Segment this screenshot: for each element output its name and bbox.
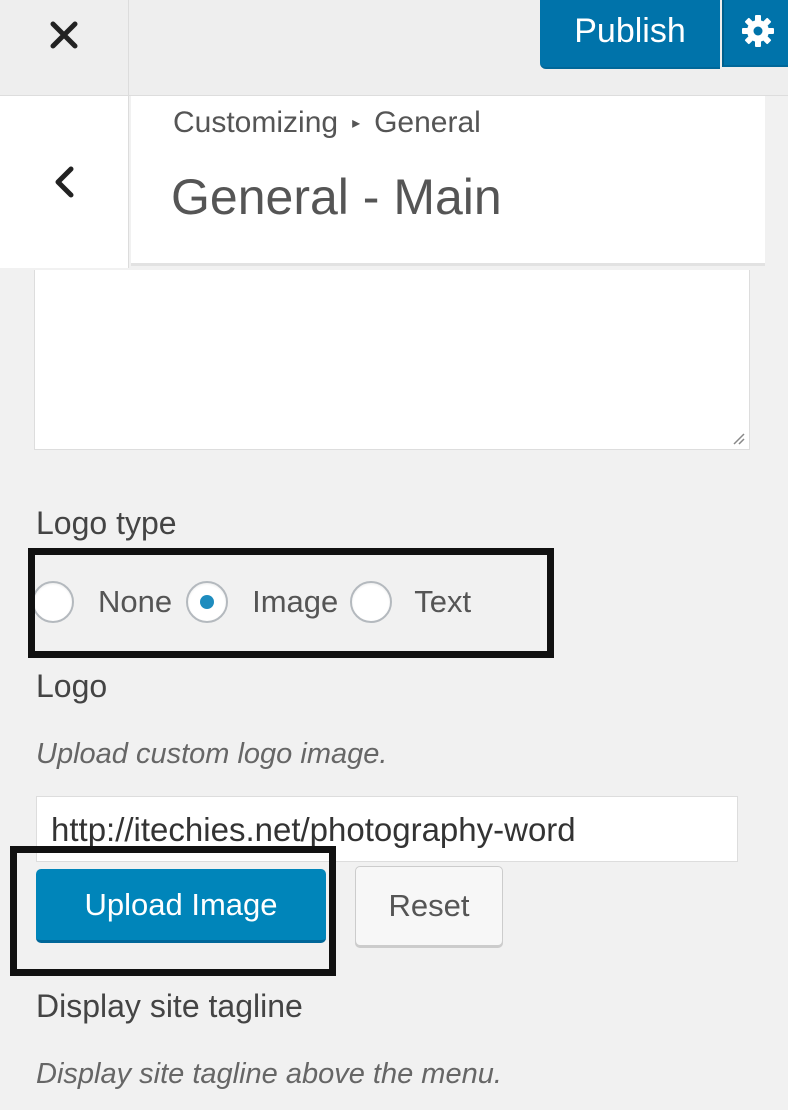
customizer-header: Publish (0, 0, 788, 96)
logo-type-label: Logo type (36, 505, 177, 541)
highlight-box (28, 548, 554, 658)
publish-button[interactable]: Publish (540, 0, 720, 69)
close-icon (50, 21, 78, 48)
reset-button[interactable]: Reset (355, 866, 503, 946)
settings-button[interactable] (722, 0, 788, 67)
close-button[interactable] (0, 0, 129, 95)
back-button[interactable] (0, 96, 129, 268)
highlight-box (10, 846, 336, 976)
breadcrumb: Customizing ▸ General (173, 106, 481, 140)
tagline-label: Display site tagline (36, 988, 303, 1024)
resize-handle-icon[interactable] (731, 431, 745, 445)
breadcrumb-separator-icon: ▸ (352, 115, 361, 132)
page-title: General - Main (171, 169, 502, 225)
breadcrumb-current: General (374, 106, 481, 139)
chevron-left-icon (55, 166, 74, 198)
tagline-description: Display site tagline above the menu. (36, 1058, 502, 1090)
textarea-field[interactable] (34, 270, 750, 450)
logo-label: Logo (36, 668, 108, 704)
gear-icon (742, 15, 774, 47)
section-header: Customizing ▸ General General - Main (0, 96, 788, 268)
breadcrumb-root: Customizing (173, 106, 339, 139)
section-title-box: Customizing ▸ General General - Main (131, 96, 765, 266)
logo-description: Upload custom logo image. (36, 738, 388, 770)
